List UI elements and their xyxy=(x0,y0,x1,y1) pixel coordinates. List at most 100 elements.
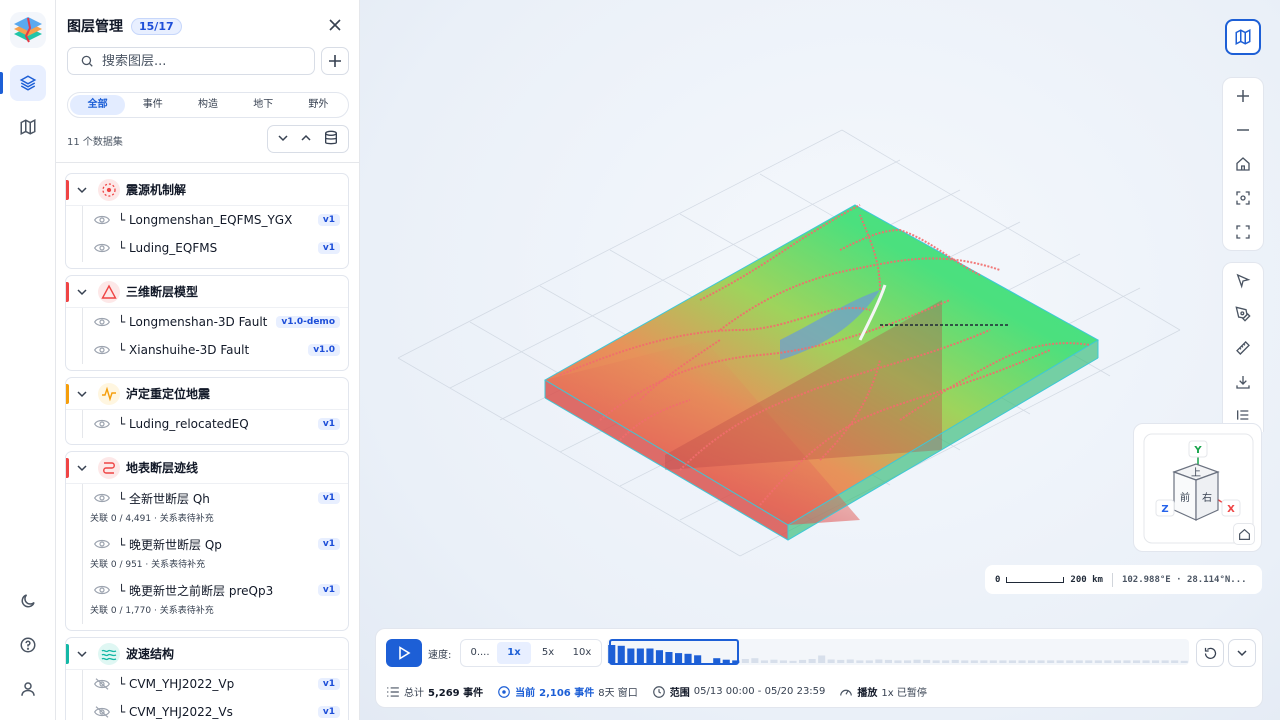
version-badge: v1.0 xyxy=(308,344,340,356)
group-toggle[interactable] xyxy=(76,184,90,196)
visibility-toggle[interactable] xyxy=(94,214,112,226)
terrain-model[interactable] xyxy=(544,204,1100,541)
layer-row[interactable]: └ Luding_EQFMS v1 xyxy=(66,234,348,262)
add-layer-button[interactable] xyxy=(321,47,349,75)
layer-row[interactable]: └ Xianshuihe-3D Fault v1.0 xyxy=(66,336,348,364)
map-viewport[interactable] xyxy=(360,0,1280,720)
visibility-toggle[interactable] xyxy=(94,418,112,430)
group-header[interactable]: 震源机制解 xyxy=(66,174,348,206)
visibility-toggle[interactable] xyxy=(94,705,112,719)
group-name: 震源机制解 xyxy=(126,183,187,197)
visibility-toggle[interactable] xyxy=(94,538,112,550)
tab-field[interactable]: 野外 xyxy=(291,95,346,115)
basemap-toggle-button[interactable] xyxy=(1225,19,1261,55)
speed-custom[interactable]: 0.... xyxy=(463,642,497,664)
tab-events[interactable]: 事件 xyxy=(125,95,180,115)
group-toggle[interactable] xyxy=(76,648,90,660)
layer-group-velocity: 波速结构 └ CVM_YHJ2022_Vp v1 └ CVM_YHJ2022_V… xyxy=(65,637,349,720)
group-toggle[interactable] xyxy=(76,462,90,474)
histogram-bar xyxy=(1152,660,1160,663)
layer-relation-note: 关联 0 / 4,491 · 关系表待补充 xyxy=(90,514,214,524)
group-header[interactable]: 地表断层迹线 xyxy=(66,452,348,484)
scale-bar: 0 200 km 102.988°E · 28.114°N... xyxy=(985,565,1262,594)
play-button[interactable] xyxy=(386,639,422,667)
help-button[interactable] xyxy=(10,627,46,663)
time-window-selection[interactable] xyxy=(609,639,739,665)
search-input[interactable] xyxy=(102,53,302,69)
panel-header: 图层管理 15/17 xyxy=(67,16,182,36)
fullscreen-button[interactable] xyxy=(1226,215,1260,249)
select-tool-button[interactable] xyxy=(1226,264,1260,298)
tab-all[interactable]: 全部 xyxy=(70,95,126,115)
visibility-toggle[interactable] xyxy=(94,492,112,504)
layer-row[interactable]: └ 晚更新世断层 Qp v1 xyxy=(66,530,348,558)
visibility-toggle[interactable] xyxy=(94,316,112,328)
tab-subsurface[interactable]: 地下 xyxy=(236,95,291,115)
cube-right-label[interactable]: 右 xyxy=(1202,491,1212,504)
version-badge: v1 xyxy=(317,538,340,550)
visibility-toggle[interactable] xyxy=(94,344,112,356)
zoom-out-button[interactable] xyxy=(1226,113,1260,147)
user-button[interactable] xyxy=(10,671,46,707)
group-header[interactable]: 泸定重定位地震 xyxy=(66,378,348,410)
event-histogram[interactable] xyxy=(607,639,1189,665)
layer-name: └ 全新世断层 Qh xyxy=(118,491,210,506)
layer-row[interactable]: └ Longmenshan-3D Fault v1.0-demo xyxy=(66,308,348,336)
reset-button[interactable] xyxy=(1196,639,1224,667)
expand-all-button[interactable] xyxy=(277,132,289,147)
group-header[interactable]: 三维断层模型 xyxy=(66,276,348,308)
visibility-toggle[interactable] xyxy=(94,584,112,596)
list-icon xyxy=(1237,410,1249,420)
speed-5x[interactable]: 5x xyxy=(531,642,565,664)
visibility-toggle[interactable] xyxy=(94,242,112,254)
cube-home-button[interactable] xyxy=(1233,523,1255,545)
speed-1x[interactable]: 1x xyxy=(497,642,531,664)
layer-row[interactable]: └ CVM_YHJ2022_Vp v1 xyxy=(66,670,348,698)
histogram-bar xyxy=(989,660,997,663)
panel-title: 图层管理 xyxy=(67,19,123,35)
layer-row[interactable]: └ 全新世断层 Qh v1 xyxy=(66,484,348,512)
group-toggle[interactable] xyxy=(76,388,90,400)
speed-10x[interactable]: 10x xyxy=(565,642,599,664)
layer-row[interactable]: └ Longmenshan_EQFMS_YGX v1 xyxy=(66,206,348,234)
current-value: 2,106 事件 xyxy=(539,688,595,699)
group-color-bar xyxy=(66,180,69,200)
home-view-button[interactable] xyxy=(1226,147,1260,181)
visibility-toggle[interactable] xyxy=(94,677,112,691)
map-canvas[interactable] xyxy=(360,0,1280,720)
collapse-all-button[interactable] xyxy=(300,132,312,147)
layers-nav-button[interactable] xyxy=(10,65,46,101)
histogram-bar xyxy=(894,660,902,663)
theme-toggle-button[interactable] xyxy=(10,583,46,619)
focus-button[interactable] xyxy=(1226,181,1260,215)
scale-zero: 0 xyxy=(995,574,1001,585)
tab-structure[interactable]: 构造 xyxy=(180,95,235,115)
map-nav-button[interactable] xyxy=(10,109,46,145)
zoom-in-button[interactable] xyxy=(1226,79,1260,113)
layer-row[interactable]: └ Luding_relocatedEQ v1 xyxy=(66,410,348,438)
histogram-bar xyxy=(951,659,959,663)
layer-group-relocated-eq: 泸定重定位地震 └ Luding_relocatedEQ v1 xyxy=(65,377,349,445)
app-logo[interactable] xyxy=(10,12,46,48)
layer-name: └ Xianshuihe-3D Fault xyxy=(118,343,250,357)
layer-row[interactable]: └ CVM_YHJ2022_Vs v1 xyxy=(66,698,348,720)
group-toggle[interactable] xyxy=(76,286,90,298)
play-icon xyxy=(399,646,411,660)
cube-top-label[interactable]: 上 xyxy=(1191,467,1201,479)
group-header[interactable]: 波速结构 xyxy=(66,638,348,670)
close-panel-button[interactable] xyxy=(326,16,344,34)
measure-tool-button[interactable] xyxy=(1226,331,1260,365)
database-button[interactable] xyxy=(323,130,339,149)
chevron-down-icon xyxy=(77,464,87,471)
cube-front-label[interactable]: 前 xyxy=(1180,491,1190,504)
cursor-coordinates: 102.988°E · 28.114°N... xyxy=(1121,574,1247,585)
chevron-down-icon xyxy=(278,134,288,141)
download-button[interactable] xyxy=(1226,365,1260,399)
active-indicator xyxy=(0,72,3,94)
collapse-timeline-button[interactable] xyxy=(1228,639,1256,667)
view-cube-panel[interactable]: 上 前 右 Y Z X xyxy=(1133,423,1262,552)
layer-row[interactable]: └ 晚更新世之前断层 preQp3 v1 xyxy=(66,576,348,604)
layer-group-surface-fault: 地表断层迹线 └ 全新世断层 Qh v1 关联 0 / 4,491 · 关系表待… xyxy=(65,451,349,631)
moon-icon xyxy=(21,594,35,608)
draw-tool-button[interactable] xyxy=(1226,298,1260,332)
